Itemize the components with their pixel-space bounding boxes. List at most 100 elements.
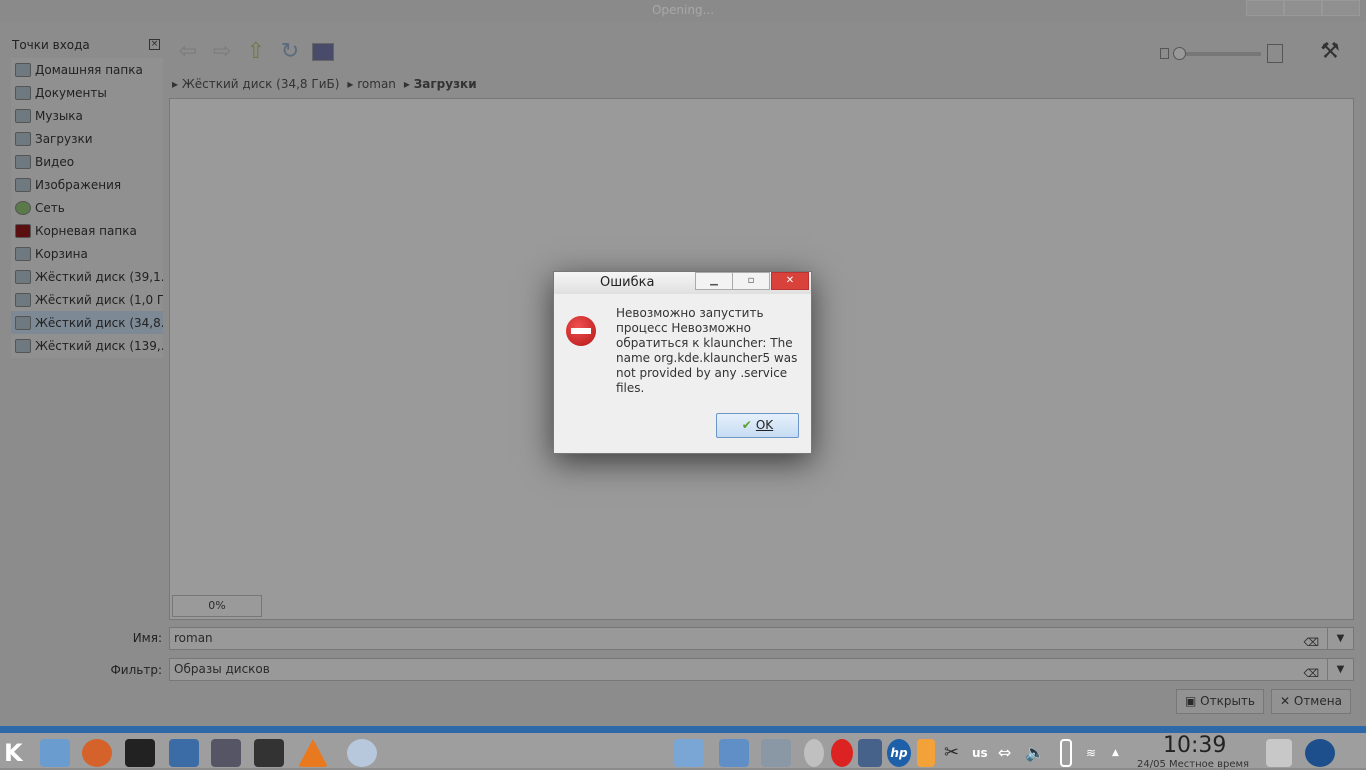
place-root[interactable]: Корневая папка xyxy=(11,219,163,242)
filter-select[interactable]: Образы дисков ⌫ ▼ xyxy=(169,658,1354,681)
forward-arrow-icon[interactable]: ⇨ xyxy=(210,40,234,64)
battery-icon[interactable] xyxy=(1060,739,1072,767)
trash-icon[interactable] xyxy=(1266,739,1292,767)
progress-bar: 0% xyxy=(172,595,262,617)
close-button[interactable] xyxy=(1322,0,1360,16)
place-downloads[interactable]: Загрузки xyxy=(11,127,163,150)
folder-music-icon xyxy=(15,108,31,123)
clock-time[interactable]: 10:39 xyxy=(1163,733,1226,758)
folder-downloads-icon xyxy=(15,131,31,146)
crumb-downloads[interactable]: ▸ Загрузки xyxy=(404,77,477,91)
maximize-button[interactable] xyxy=(1284,0,1322,16)
folder-documents-icon xyxy=(15,85,31,100)
minimize-button[interactable] xyxy=(1246,0,1284,16)
place-music[interactable]: Музыка xyxy=(11,104,163,127)
breadcrumb: ▸ Жёсткий диск (34,8 ГиБ) ▸ roman ▸ Загр… xyxy=(172,77,477,91)
window-titlebar: Opening... xyxy=(0,0,1366,22)
error-dialog: Ошибка ▁ ▫ ✕ Невозможно запустить процес… xyxy=(553,271,812,454)
folder-root-icon xyxy=(15,223,31,238)
folder-pictures-icon xyxy=(15,177,31,192)
crumb-roman[interactable]: ▸ roman xyxy=(347,77,396,91)
network-app-icon[interactable] xyxy=(211,739,241,767)
place-disk-1[interactable]: Жёсткий диск (39,1... xyxy=(11,265,163,288)
app-launcher-icon[interactable] xyxy=(1305,739,1335,767)
vlc-icon[interactable] xyxy=(298,739,328,767)
preview-icon[interactable] xyxy=(312,43,334,61)
ok-button[interactable]: ✔ OK xyxy=(716,413,799,438)
keyboard-layout[interactable]: us xyxy=(972,739,994,767)
dialog-close-button[interactable]: ✕ xyxy=(771,272,809,290)
hard-disk-icon xyxy=(15,269,31,284)
trash-icon xyxy=(15,246,31,261)
error-stop-icon xyxy=(566,316,596,346)
update-icon[interactable] xyxy=(831,739,853,767)
back-arrow-icon[interactable]: ⇦ xyxy=(176,40,200,64)
file-manager-icon[interactable] xyxy=(40,739,70,767)
usb-icon[interactable]: ⇔ xyxy=(998,739,1020,767)
clock-date: 24/05 Местное время xyxy=(1137,759,1250,770)
cancel-x-icon: ✕ xyxy=(1280,694,1294,708)
plugin-icon[interactable] xyxy=(858,739,882,767)
filter-label: Фильтр: xyxy=(110,663,162,677)
name-input[interactable]: roman ⌫ ▼ xyxy=(169,627,1354,650)
toolbar: ⇦ ⇨ ⇧ ↻ xyxy=(176,40,334,64)
clear-icon[interactable]: ⌫ xyxy=(1303,663,1319,684)
small-page-icon xyxy=(1160,48,1169,59)
hard-disk-icon xyxy=(15,338,31,353)
window-title: Opening... xyxy=(651,3,715,17)
place-network[interactable]: Сеть xyxy=(11,196,163,219)
place-videos[interactable]: Видео xyxy=(11,150,163,173)
open-button[interactable]: ▣ Открыть xyxy=(1176,689,1264,714)
windows-icon[interactable] xyxy=(719,739,749,767)
network-globe-icon xyxy=(15,200,31,215)
place-trash[interactable]: Корзина xyxy=(11,242,163,265)
dialog-maximize-button[interactable]: ▫ xyxy=(732,272,770,290)
settings-gear-icon[interactable] xyxy=(761,739,791,767)
scissors-icon[interactable]: ✂ xyxy=(944,739,964,767)
firefox-icon[interactable] xyxy=(82,739,112,767)
place-disk-3[interactable]: Жёсткий диск (34,8... xyxy=(11,311,163,334)
tray-expand-icon[interactable]: ▲ xyxy=(1112,739,1124,767)
settings-wrench-icon[interactable]: ⚒ xyxy=(1318,40,1342,64)
place-home[interactable]: Домашняя папка xyxy=(11,58,163,81)
hard-disk-icon xyxy=(15,292,31,307)
close-icon[interactable]: × xyxy=(149,39,160,50)
name-label: Имя: xyxy=(132,631,162,645)
clear-icon[interactable]: ⌫ xyxy=(1303,632,1319,653)
chevron-down-icon[interactable]: ▼ xyxy=(1327,659,1353,680)
place-disk-4[interactable]: Жёсткий диск (139,... xyxy=(11,334,163,357)
error-message: Невозможно запустить процесс Невозможно … xyxy=(616,306,798,395)
checkmark-icon: ✔ xyxy=(741,418,752,432)
chevron-down-icon[interactable]: ▼ xyxy=(1327,628,1353,649)
sidebar-title: Точки входа xyxy=(12,38,90,52)
places-panel: Домашняя папка Документы Музыка Загрузки… xyxy=(11,58,163,358)
clipboard-icon[interactable] xyxy=(917,739,935,767)
taskbar: K hp ✂ us ⇔ 🔈 ≋ ▲ 10:39 24/05 Местное вр… xyxy=(0,726,1366,770)
dialog-minimize-button[interactable]: ▁ xyxy=(695,272,733,290)
zoom-slider[interactable] xyxy=(1160,44,1283,63)
folder-home-icon xyxy=(15,62,31,77)
place-documents[interactable]: Документы xyxy=(11,81,163,104)
kde-menu-icon[interactable]: K xyxy=(4,739,34,767)
monitor-app-icon[interactable] xyxy=(169,739,199,767)
terminal-icon[interactable] xyxy=(125,739,155,767)
volume-icon[interactable]: 🔈 xyxy=(1025,739,1047,767)
downloads-folder-icon[interactable] xyxy=(674,739,704,767)
hard-disk-icon xyxy=(15,315,31,330)
open-folder-icon: ▣ xyxy=(1185,694,1201,708)
hp-icon[interactable]: hp xyxy=(887,739,911,767)
large-page-icon xyxy=(1267,44,1283,63)
dialog-titlebar: Ошибка ▁ ▫ ✕ xyxy=(554,272,811,294)
folder-videos-icon xyxy=(15,154,31,169)
system-monitor-icon[interactable] xyxy=(254,739,284,767)
up-arrow-icon[interactable]: ⇧ xyxy=(244,40,268,64)
wifi-icon[interactable]: ≋ xyxy=(1086,739,1106,767)
cancel-button[interactable]: ✕ Отмена xyxy=(1271,689,1351,714)
place-disk-2[interactable]: Жёсткий диск (1,0 Г... xyxy=(11,288,163,311)
crumb-disk[interactable]: ▸ Жёсткий диск (34,8 ГиБ) xyxy=(172,77,339,91)
dialog-title: Ошибка xyxy=(600,275,655,290)
place-pictures[interactable]: Изображения xyxy=(11,173,163,196)
app-icon[interactable] xyxy=(347,739,377,767)
info-icon[interactable] xyxy=(804,739,824,767)
reload-icon[interactable]: ↻ xyxy=(278,40,302,64)
